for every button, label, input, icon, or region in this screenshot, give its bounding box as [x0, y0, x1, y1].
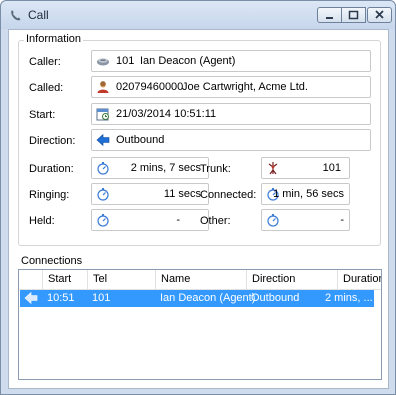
- held-label: Held:: [29, 215, 55, 227]
- contact-person-icon: [97, 81, 109, 93]
- minimize-button[interactable]: [317, 7, 342, 23]
- duration-field: 2 mins, 7 secs: [91, 157, 209, 179]
- column-header-name-label: Name: [161, 273, 191, 285]
- column-header-start-label: Start: [48, 273, 72, 285]
- trunk-label: Trunk:: [200, 163, 231, 175]
- phone-handset-icon: [97, 58, 109, 66]
- window-title: Call: [28, 8, 49, 22]
- window-client-area: Information Caller: 101 Ian Deacon (Agen…: [8, 29, 389, 389]
- called-label: Called:: [29, 82, 64, 94]
- column-header-tel[interactable]: Tel: [88, 270, 156, 290]
- direction-value: Outbound: [116, 134, 165, 146]
- connections-header: Start Tel Name Direction Duration: [19, 270, 381, 290]
- other-value: -: [340, 214, 344, 226]
- connections-title: Connections: [21, 255, 83, 267]
- start-value: 21/03/2014 10:51:11: [116, 108, 217, 120]
- called-field: 02079460000 Joe Cartwright, Acme Ltd.: [91, 76, 371, 98]
- direction-field: Outbound: [91, 129, 371, 151]
- direction-label: Direction:: [29, 135, 76, 147]
- column-header-direction-label: Direction: [252, 273, 296, 285]
- connection-row[interactable]: 10:51 101 Ian Deacon (Agent) Outbound 2 …: [20, 290, 374, 307]
- called-name: Joe Cartwright, Acme Ltd.: [182, 81, 308, 93]
- information-group-title: Information: [24, 33, 84, 45]
- maximize-button[interactable]: [341, 7, 366, 23]
- trunk-value: 101: [322, 162, 341, 174]
- outbound-arrow-icon: [96, 133, 110, 147]
- held-field: -: [91, 209, 209, 231]
- column-header-tel-label: Tel: [93, 273, 108, 285]
- calendar-icon: [96, 108, 109, 121]
- connections-list[interactable]: Start Tel Name Direction Duration 10:51 …: [18, 269, 382, 380]
- maximize-icon: [348, 10, 359, 20]
- stopwatch-icon: [97, 214, 109, 227]
- connected-field: 1 min, 56 secs: [261, 183, 350, 205]
- caller-name: Ian Deacon (Agent): [140, 55, 236, 67]
- connection-start: 10:51: [47, 292, 75, 304]
- column-header-name[interactable]: Name: [156, 270, 247, 290]
- start-field: 21/03/2014 10:51:11: [91, 103, 371, 125]
- column-header-direction[interactable]: Direction: [247, 270, 338, 290]
- minimize-icon: [326, 17, 333, 19]
- caller-field: 101 Ian Deacon (Agent): [91, 50, 371, 72]
- duration-label: Duration:: [29, 163, 74, 175]
- called-number: 02079460000: [116, 81, 184, 93]
- trunk-field: 101: [261, 157, 350, 179]
- column-header-icon[interactable]: [19, 270, 43, 290]
- caller-number: 101: [116, 55, 135, 67]
- title-bar[interactable]: Call: [1, 1, 395, 29]
- trunk-icon: [268, 162, 278, 175]
- stopwatch-icon: [267, 214, 279, 227]
- connection-duration: 2 mins, ...: [325, 292, 373, 304]
- outbound-arrow-icon: [24, 291, 38, 305]
- close-icon: [375, 10, 384, 19]
- column-header-duration[interactable]: Duration: [338, 270, 382, 290]
- phone-call-icon: [11, 10, 21, 21]
- stopwatch-icon: [97, 188, 109, 201]
- connected-label: Connected:: [200, 189, 257, 201]
- close-button[interactable]: [367, 7, 392, 23]
- stopwatch-icon: [97, 162, 109, 175]
- duration-value: 2 mins, 7 secs: [130, 162, 201, 174]
- ringing-field: 11 secs: [91, 183, 209, 205]
- connected-value: 1 min, 56 secs: [273, 188, 344, 200]
- connection-tel: 101: [92, 292, 111, 304]
- ringing-label: Ringing:: [29, 189, 70, 201]
- start-label: Start:: [29, 109, 56, 121]
- caller-label: Caller:: [29, 56, 61, 68]
- other-label: Other:: [200, 215, 231, 227]
- column-header-start[interactable]: Start: [43, 270, 88, 290]
- call-window: Call Information Caller: 101 Ian Deacon …: [0, 0, 396, 395]
- connection-name: Ian Deacon (Agent): [160, 292, 256, 304]
- connection-direction: Outbound: [251, 292, 300, 304]
- other-field: -: [261, 209, 350, 231]
- column-header-duration-label: Duration: [343, 273, 382, 285]
- ringing-value: 11 secs: [163, 188, 201, 200]
- held-value: -: [176, 214, 180, 226]
